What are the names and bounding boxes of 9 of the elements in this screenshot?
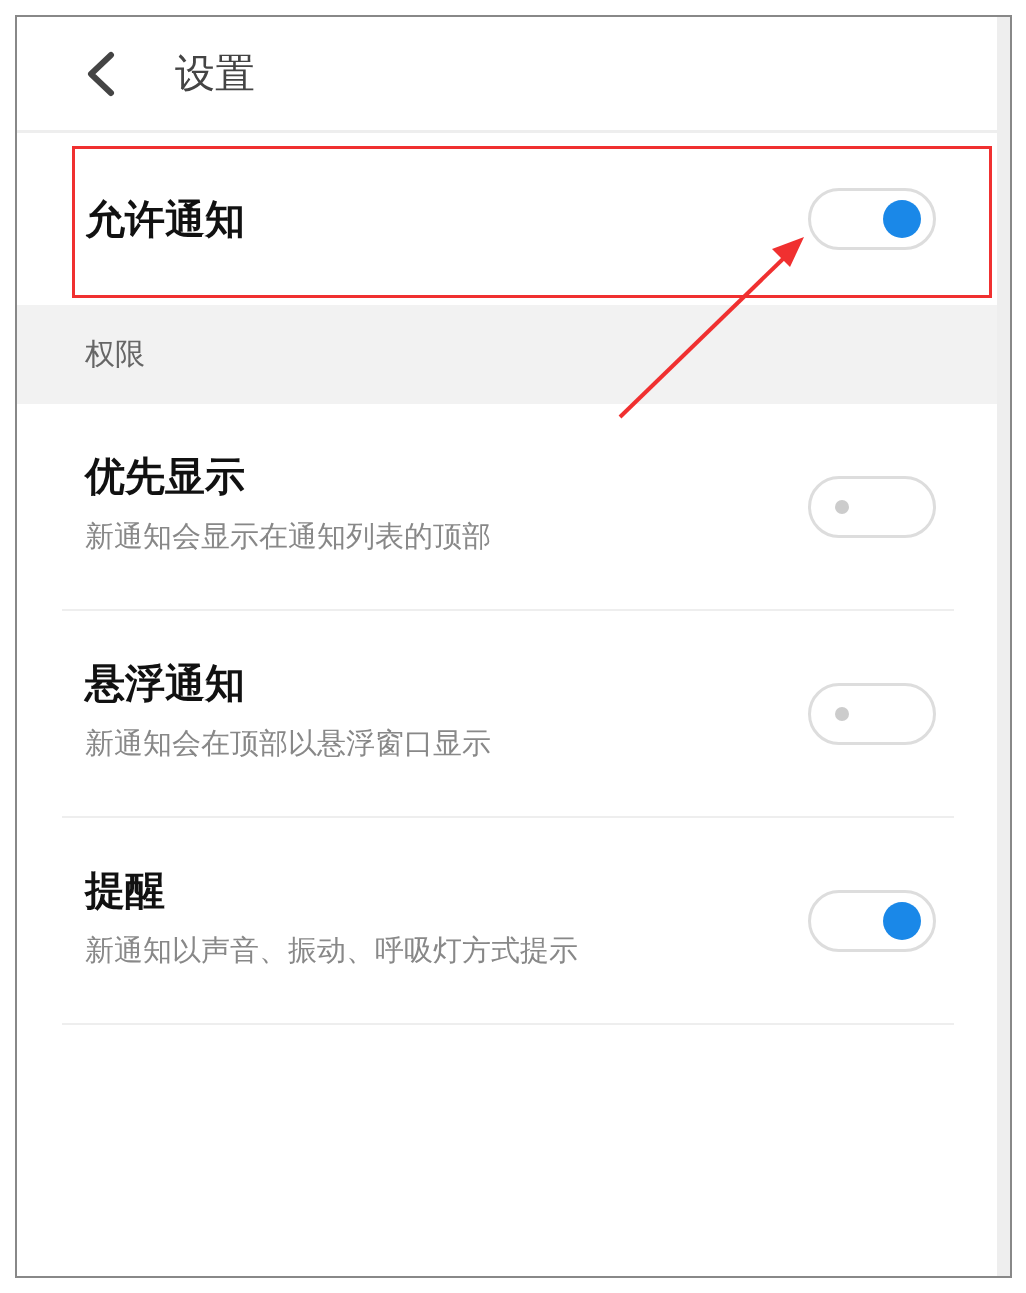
setting-label: 允许通知 <box>85 195 245 244</box>
setting-title: 悬浮通知 <box>85 658 246 708</box>
setting-title: 提醒 <box>85 865 166 915</box>
section-title: 权限 <box>85 335 145 373</box>
page-title: 设置 <box>175 49 255 98</box>
setting-description: 新通知会在顶部以悬浮窗口显示 <box>85 724 491 762</box>
setting-title: 优先显示 <box>85 451 246 501</box>
setting-description: 新通知以声音、振动、呼吸灯方式提示 <box>85 931 578 969</box>
setting-description: 新通知会显示在通知列表的顶部 <box>85 517 491 555</box>
